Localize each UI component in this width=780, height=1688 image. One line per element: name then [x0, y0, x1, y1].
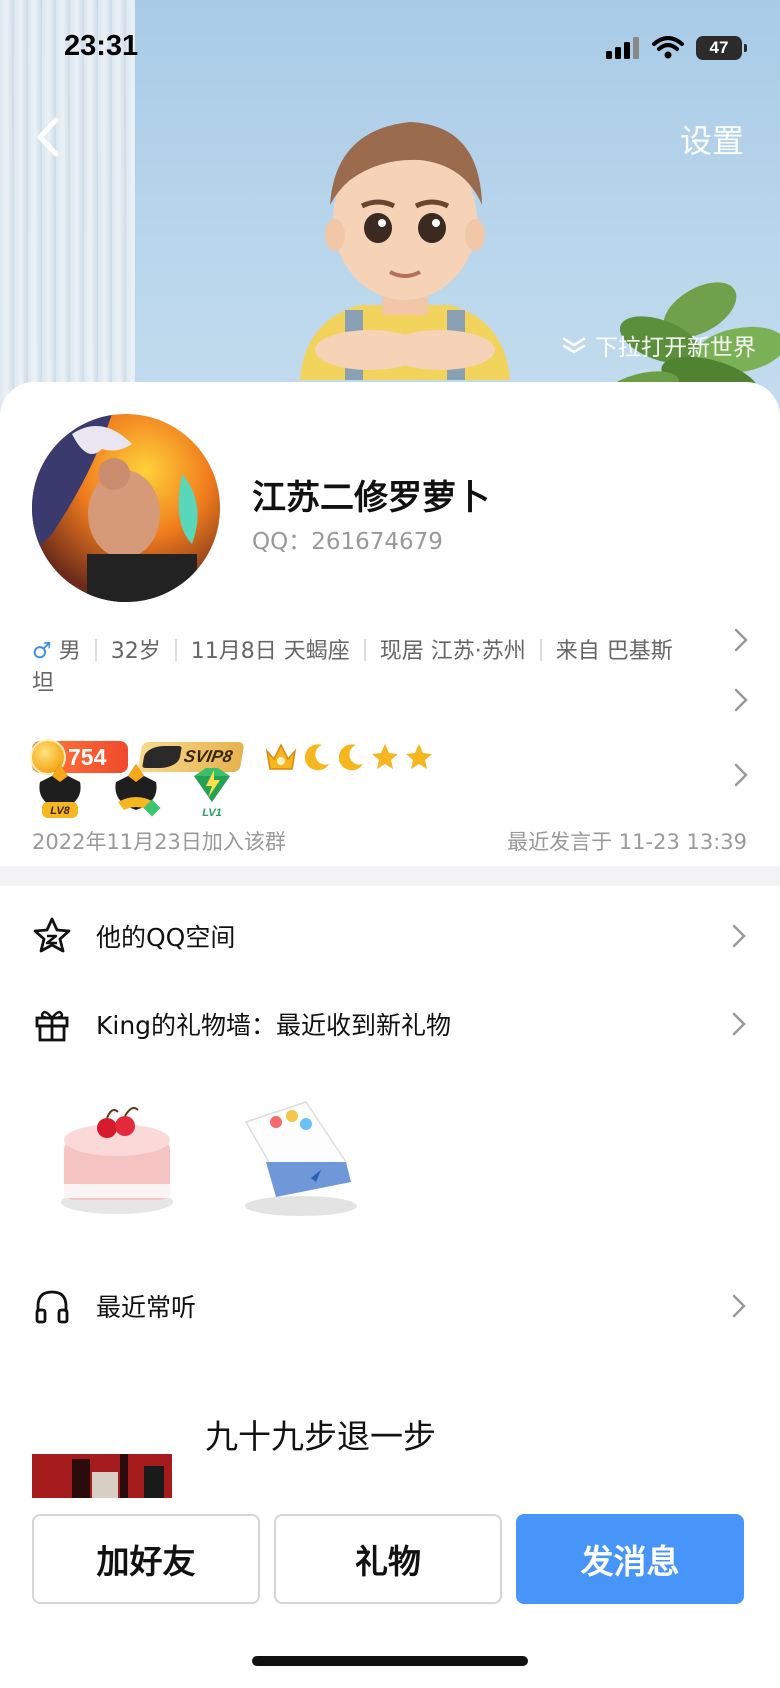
- medal-lv8-icon: LV8: [39, 764, 81, 818]
- avatar-3d-figure: [300, 122, 510, 380]
- back-icon[interactable]: [28, 112, 68, 162]
- battery-icon: 47: [696, 36, 747, 60]
- chevron-right-icon[interactable]: [732, 626, 750, 654]
- chevron-right-icon[interactable]: [732, 761, 750, 789]
- headphones-icon: [35, 1290, 69, 1324]
- last-speak-time: 最近发言于 11-23 13:39: [507, 830, 747, 854]
- hometown-continued: 坦: [32, 671, 55, 696]
- star-level-icon: [372, 744, 399, 769]
- profile-card: 江苏二修罗萝卜 QQ：261674679 ♂ 男 32岁 11月8日 天蝎座 现居 江…: [0, 382, 780, 1688]
- personal-info[interactable]: ♂ 男 32岁 11月8日 天蝎座 现居 江苏·苏州 来自 巴基斯 坦: [32, 636, 722, 700]
- male-icon: ♂: [32, 639, 52, 664]
- gift-birthday-card[interactable]: [236, 1082, 366, 1222]
- signal-icon: [606, 37, 639, 59]
- bottom-action-bar: 加好友 礼物 发消息: [0, 1498, 780, 1688]
- medal-flash-icon: [115, 764, 161, 817]
- status-icons: 47: [606, 36, 747, 60]
- gift-icon: [35, 1010, 69, 1042]
- recent-music-label: 最近常听: [96, 1293, 197, 1322]
- section-divider: [0, 866, 780, 886]
- status-time: 23:31: [64, 30, 139, 62]
- chevron-right-icon: [732, 924, 746, 948]
- gift-cake[interactable]: [52, 1092, 182, 1222]
- chevron-right-icon[interactable]: [732, 686, 750, 714]
- qq-level-icons: [264, 741, 434, 773]
- moon-icon: [339, 744, 364, 771]
- song-title[interactable]: 九十九步退一步: [205, 1410, 436, 1458]
- chevron-right-icon: [732, 1294, 746, 1318]
- hometown: 来自 巴基斯: [555, 639, 673, 664]
- gift-wall-label: King的礼物墙：最近收到新礼物: [96, 1011, 452, 1040]
- medals-row[interactable]: LV8 LV1: [32, 752, 240, 832]
- wifi-icon: [652, 36, 684, 59]
- chevron-right-icon: [732, 1012, 746, 1036]
- chevron-down-double-icon: [562, 337, 586, 354]
- send-message-button[interactable]: 发消息: [516, 1514, 744, 1604]
- star-icon: [33, 917, 71, 953]
- medal1-level: LV8: [50, 805, 70, 817]
- medal-lv1-gem-icon: LV1: [194, 768, 230, 819]
- gift-wall-entry[interactable]: King的礼物墙：最近收到新礼物: [32, 994, 748, 1054]
- qzone-label: 他的QQ空间: [96, 923, 236, 952]
- add-friend-button[interactable]: 加好友: [32, 1514, 260, 1604]
- moon-icon: [305, 744, 330, 771]
- profile-hero: 23:31 47 设置 下拉打开新世界: [0, 0, 780, 420]
- medal3-level: LV1: [202, 807, 222, 819]
- pull-hint-text: 下拉打开新世界: [595, 335, 756, 361]
- star-level-icon: [406, 744, 433, 769]
- status-bar: 23:31 47: [0, 0, 780, 100]
- age: 32岁: [110, 639, 161, 664]
- pull-down-hint[interactable]: 下拉打开新世界: [561, 328, 756, 362]
- crown-icon: [266, 743, 297, 770]
- profile-avatar[interactable]: [32, 414, 220, 602]
- gift-button[interactable]: 礼物: [274, 1514, 502, 1604]
- gender: 男: [58, 639, 81, 664]
- settings-button[interactable]: 设置: [680, 116, 744, 162]
- song-cover[interactable]: [32, 1454, 172, 1499]
- home-indicator[interactable]: [252, 1656, 528, 1666]
- birthday-constellation: 11月8日 天蝎座: [190, 639, 350, 664]
- qzone-entry[interactable]: 他的QQ空间: [32, 906, 748, 966]
- qq-number: QQ：261674679: [252, 529, 443, 555]
- current-location: 现居 江苏·苏州: [379, 639, 526, 664]
- group-join-date: 2022年11月23日加入该群: [32, 830, 286, 854]
- nickname: 江苏二修罗萝卜: [252, 478, 490, 518]
- recent-music-entry[interactable]: 最近常听: [32, 1276, 748, 1336]
